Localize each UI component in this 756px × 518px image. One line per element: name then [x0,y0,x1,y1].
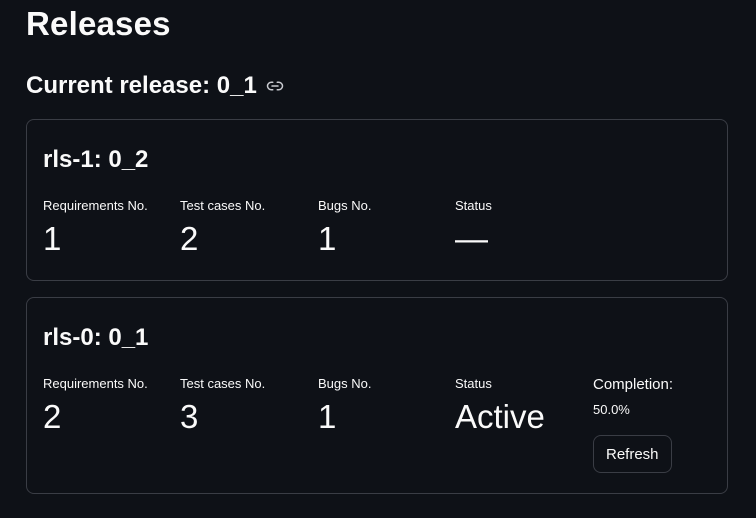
metric-bugs: Bugs No. 1 [318,198,371,259]
metric-label: Bugs No. [318,376,372,391]
metric-label: Bugs No. [318,198,372,213]
link-icon[interactable] [265,76,285,96]
metric-value: 1 [318,398,337,435]
metric-test-cases: Test cases No. 2 [180,198,265,259]
completion-label: Completion: [593,376,674,393]
release-card-rls-0: rls-0: 0_1 Requirements No. 2 Test cases… [26,297,728,494]
metric-value: 2 [180,220,199,257]
completion-value: 50.0% [593,402,630,417]
metric-requirements: Requirements No. 2 [43,376,148,437]
release-title: rls-0: 0_1 [43,324,149,351]
metric-value: — [455,220,488,257]
current-release-text: Current release: 0_1 [26,72,257,99]
completion-panel: Completion: 50.0% Refresh [593,376,673,473]
current-release-heading: Current release: 0_1 [26,72,285,100]
metric-label: Test cases No. [180,198,266,213]
metric-test-cases: Test cases No. 3 [180,376,265,437]
refresh-button[interactable]: Refresh [593,435,672,473]
metric-value: Active [455,398,545,435]
page-title: Releases [26,5,171,42]
metric-value: 3 [180,398,199,435]
metric-status: Status — [455,198,492,259]
metric-label: Status [455,198,492,213]
metric-label: Status [455,376,492,391]
metric-bugs: Bugs No. 1 [318,376,371,437]
metric-requirements: Requirements No. 1 [43,198,148,259]
metric-value: 1 [318,220,337,257]
metric-label: Test cases No. [180,376,266,391]
metric-label: Requirements No. [43,198,148,213]
metric-value: 2 [43,398,62,435]
metric-label: Requirements No. [43,376,148,391]
metric-value: 1 [43,220,62,257]
release-card-rls-1: rls-1: 0_2 Requirements No. 1 Test cases… [26,119,728,281]
release-title: rls-1: 0_2 [43,146,149,173]
metric-status: Status Active [455,376,545,437]
